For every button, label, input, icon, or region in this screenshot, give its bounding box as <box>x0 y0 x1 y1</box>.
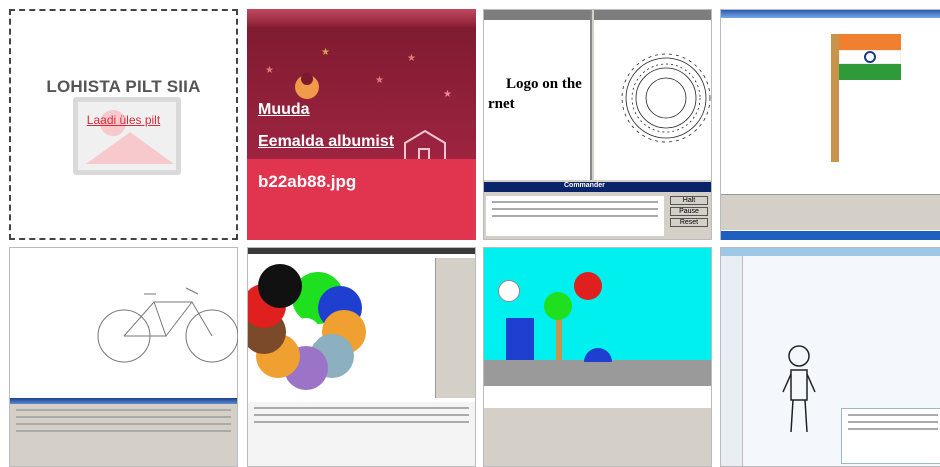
album-photo-figure[interactable] <box>720 247 940 467</box>
thumb-panel-title: Commander <box>564 182 605 189</box>
circles-drawing <box>248 264 366 390</box>
upload-dropzone[interactable]: LOHISTA PILT SIIA Laadi üles pilt <box>9 9 238 240</box>
thumb-heading-cont: rnet <box>488 96 515 112</box>
album-photo-scene[interactable] <box>483 247 712 467</box>
bicycle-drawing <box>97 287 238 363</box>
thumb-halt-button: Halt <box>670 196 708 205</box>
edit-photo-link[interactable]: Muuda <box>258 101 310 119</box>
album-photo-selected[interactable]: ★ ★ ★ ★ ★ Muuda Eemalda albumist b22ab88… <box>247 9 476 240</box>
thumb-reset-button: Reset <box>670 218 708 227</box>
dropzone-title: LOHISTA PILT SIIA <box>46 77 201 96</box>
album-photo-circles[interactable] <box>247 247 476 467</box>
thumb-pause-button: Pause <box>670 207 708 216</box>
album-photo-flag[interactable] <box>720 9 940 240</box>
remove-from-album-link[interactable]: Eemalda albumist <box>258 133 394 151</box>
album-photo-bicycle[interactable] <box>9 247 238 467</box>
album-photo-logo[interactable]: Logo on the rnet Commander Halt Pause Re… <box>483 9 712 240</box>
chakra-icon <box>864 51 876 63</box>
stick-figure-drawing <box>782 345 816 433</box>
spiral-drawing <box>621 53 711 143</box>
upload-image-link[interactable]: Laadi üles pilt <box>11 113 236 127</box>
thumb-heading: Logo on the <box>506 76 582 92</box>
image-placeholder-icon <box>73 97 181 175</box>
photo-filename: b22ab88.jpg <box>258 172 357 191</box>
